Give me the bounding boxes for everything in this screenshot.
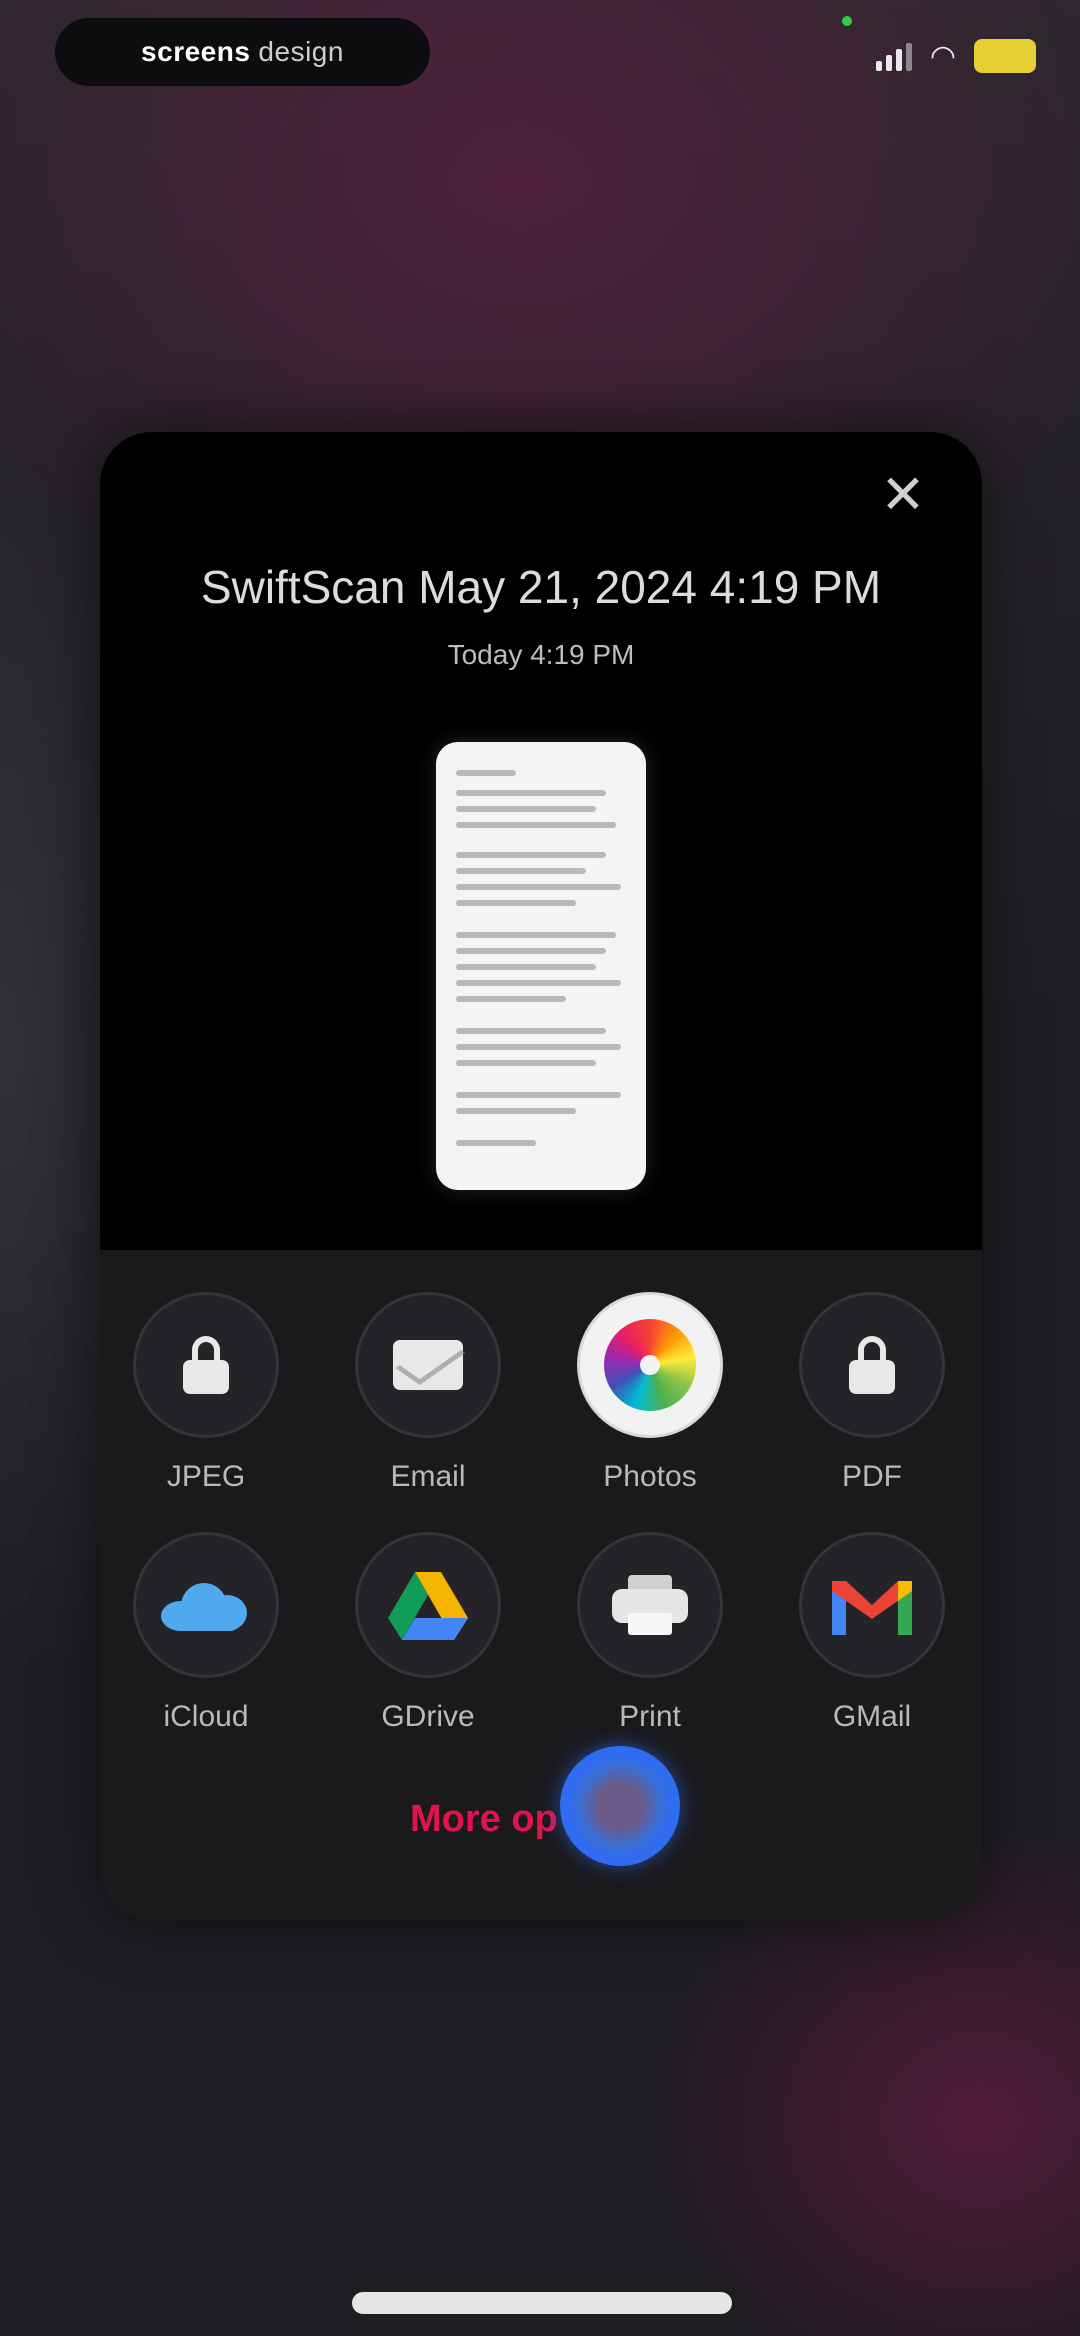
action-photos-circle[interactable] [577,1292,723,1438]
action-gmail-label: GMail [832,1700,912,1733]
lock-icon [183,1336,229,1394]
action-gdrive[interactable]: GDrive [328,1532,528,1734]
action-jpeg[interactable]: JPEG [106,1292,306,1494]
action-print[interactable]: Print [550,1532,750,1734]
recording-brand: screens [141,36,251,67]
document-title: SwiftScan May 21, 2024 4:19 PM [200,561,882,613]
lock-icon [849,1336,895,1394]
action-pdf[interactable]: PDF [772,1292,972,1494]
action-print-circle[interactable] [577,1532,723,1678]
recording-suffix: design [258,36,344,67]
google-drive-icon [388,1572,468,1640]
action-pdf-circle[interactable] [799,1292,945,1438]
action-icloud-label: iCloud [163,1700,249,1733]
action-gmail[interactable]: GMail [772,1532,972,1734]
action-gmail-circle[interactable] [799,1532,945,1678]
envelope-icon [393,1340,463,1390]
cellular-signal-icon [875,41,912,71]
share-sheet: ✕ SwiftScan May 21, 2024 4:19 PM Today 4… [100,432,982,1920]
icloud-icon [161,1579,251,1631]
action-jpeg-label: JPEG [166,1460,246,1493]
photos-icon [604,1319,696,1411]
printer-icon [612,1575,688,1635]
privacy-indicator-dot [842,16,852,26]
action-jpeg-circle[interactable] [133,1292,279,1438]
status-icons: ◠ [875,32,1036,80]
action-gdrive-circle[interactable] [355,1532,501,1678]
action-photos[interactable]: Photos [550,1292,750,1494]
more-options-link[interactable]: More op [410,1798,558,1841]
action-pdf-label: PDF [842,1460,902,1493]
status-bar: screens design ◠ [0,0,1080,110]
document-timestamp: Today 4:19 PM [447,639,635,670]
action-email-label: Email [390,1460,466,1493]
action-email-circle[interactable] [355,1292,501,1438]
action-photos-label: Photos [603,1460,697,1493]
touch-indicator [560,1746,680,1866]
more-options-row: More op [100,1746,982,1866]
home-indicator[interactable] [352,2292,732,2314]
action-gdrive-label: GDrive [381,1700,475,1733]
document-thumbnail [436,742,646,1190]
action-email[interactable]: Email [328,1292,528,1494]
action-print-label: Print [619,1700,681,1733]
screen-recording-pill: screens design [55,18,430,86]
battery-icon [974,39,1036,73]
close-button[interactable]: ✕ [870,462,936,528]
document-preview-area: ✕ SwiftScan May 21, 2024 4:19 PM Today 4… [100,432,982,1250]
wifi-icon: ◠ [929,39,956,73]
gmail-icon [832,1581,912,1635]
action-icloud-circle[interactable] [133,1532,279,1678]
action-icloud[interactable]: iCloud [106,1532,306,1734]
close-icon: ✕ [880,465,926,525]
